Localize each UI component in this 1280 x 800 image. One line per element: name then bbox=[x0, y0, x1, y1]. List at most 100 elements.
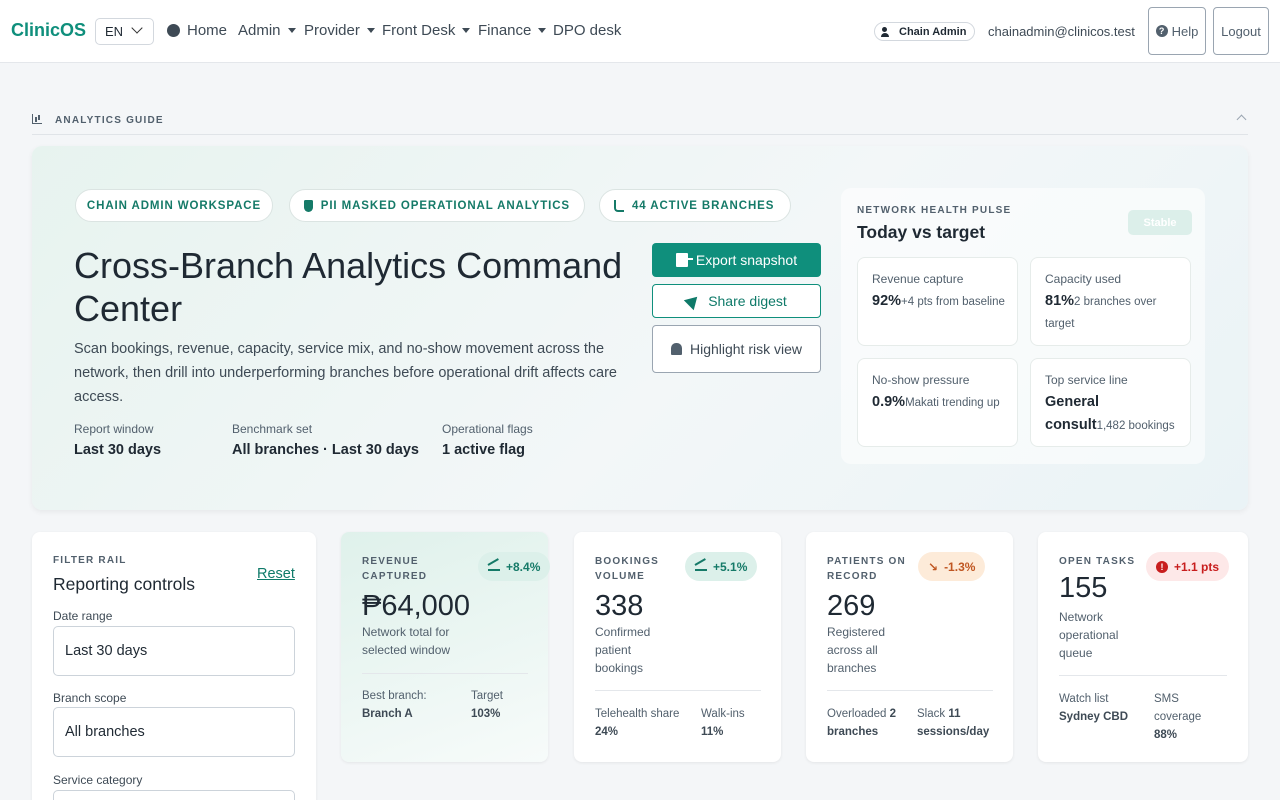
role-label: Chain Admin bbox=[899, 25, 967, 38]
language-value: EN bbox=[105, 24, 124, 39]
bell-icon bbox=[670, 343, 682, 355]
analytics-guide-header[interactable]: ANALYTICS GUIDE bbox=[32, 113, 1248, 135]
pulse-card-label: Capacity used bbox=[1045, 272, 1122, 286]
share-digest-button[interactable]: Share digest bbox=[652, 284, 821, 318]
logout-label: Logout bbox=[1221, 23, 1261, 39]
caret-down-icon bbox=[538, 28, 547, 33]
kpi-foot-target: Target 103% bbox=[471, 690, 503, 720]
pulse-card-value: 92% bbox=[872, 293, 902, 309]
delta-value: +8.4% bbox=[506, 559, 541, 574]
user-email: chainadmin@clinicos.test bbox=[988, 24, 1135, 39]
kpi-foot-slack: Slack 11 sessions/day bbox=[917, 708, 990, 738]
pulse-card-value: 0.9% bbox=[872, 394, 906, 410]
nav-front-desk[interactable]: Front Desk bbox=[382, 22, 471, 39]
guide-label: ANALYTICS GUIDE bbox=[55, 115, 164, 126]
nav-home-label: Home bbox=[187, 22, 228, 39]
delta-value: +5.1% bbox=[713, 559, 748, 574]
kpi-foot-walkins: Walk-ins 11% bbox=[701, 708, 745, 738]
kpi-foot-sms-coverage: SMS coverage 88% bbox=[1154, 693, 1202, 741]
trend-down-icon: ↘ bbox=[928, 559, 939, 574]
meta-label: Report window bbox=[74, 422, 154, 436]
help-button[interactable]: ? Help bbox=[1148, 7, 1206, 55]
risk-label: Highlight risk view bbox=[689, 341, 803, 357]
kpi-foot-watch-list: Watch list Sydney CBD bbox=[1059, 693, 1129, 723]
status-badge: Stable bbox=[1128, 210, 1192, 235]
trend-up-icon bbox=[488, 563, 500, 571]
pulse-title: Today vs target bbox=[857, 222, 986, 242]
delta-value: +1.1 pts bbox=[1174, 559, 1220, 574]
nav-provider[interactable]: Provider bbox=[304, 22, 375, 39]
bar-chart-icon bbox=[32, 114, 42, 124]
nav-home[interactable]: Home bbox=[167, 22, 227, 39]
chevron-up-icon[interactable] bbox=[1236, 114, 1247, 125]
pulse-card-label: Top service line bbox=[1045, 373, 1128, 387]
reset-link[interactable]: Reset bbox=[257, 566, 295, 582]
export-snapshot-button[interactable]: Export snapshot bbox=[652, 243, 821, 277]
nav-front-desk-label: Front Desk bbox=[382, 22, 456, 39]
pulse-card-capacity: Capacity used 81%2 branches over target bbox=[1030, 257, 1191, 346]
meta-benchmark-set: Benchmark set All branches · Last 30 day… bbox=[232, 422, 419, 458]
pulse-card-label: No-show pressure bbox=[872, 373, 970, 387]
meta-value: Last 30 days bbox=[74, 442, 162, 458]
brand-logo[interactable]: ClinicOS bbox=[11, 20, 86, 41]
pill-label: 44 ACTIVE BRANCHES bbox=[632, 199, 775, 212]
pulse-card-detail: Makati trending up bbox=[905, 397, 1000, 409]
pulse-card-detail: +4 pts from baseline bbox=[901, 296, 1005, 308]
kpi-subtitle: Network total for selected window bbox=[362, 625, 451, 657]
meta-report-window: Report window Last 30 days bbox=[74, 422, 161, 458]
divider bbox=[827, 690, 993, 691]
pill-label: CHAIN ADMIN WORKSPACE bbox=[86, 199, 262, 212]
service-category-select[interactable] bbox=[53, 790, 295, 800]
export-label: Export snapshot bbox=[695, 252, 798, 268]
delta-badge: ↘ -1.3% bbox=[918, 552, 986, 581]
nav-dpo-desk-label: DPO desk bbox=[553, 22, 622, 39]
branch-scope-label: Branch scope bbox=[53, 691, 127, 705]
kpi-value: 155 bbox=[1059, 572, 1108, 604]
delta-value: -1.3% bbox=[944, 559, 976, 574]
network-health-pulse: NETWORK HEALTH PULSE Today vs target Sta… bbox=[841, 188, 1205, 464]
delta-badge: ! +1.1 pts bbox=[1146, 552, 1230, 581]
kpi-eyebrow: OPEN TASKS bbox=[1059, 556, 1136, 567]
meta-label: Benchmark set bbox=[232, 422, 313, 436]
kpi-card-revenue: REVENUE CAPTURED +8.4% ₱64,000 Network to… bbox=[341, 532, 551, 762]
nav-dpo-desk[interactable]: DPO desk bbox=[553, 22, 621, 39]
nav-admin[interactable]: Admin bbox=[238, 22, 296, 39]
nav-finance-label: Finance bbox=[478, 22, 532, 39]
workspace-pill: CHAIN ADMIN WORKSPACE bbox=[75, 189, 273, 222]
share-label: Share digest bbox=[708, 293, 787, 309]
top-navbar: ClinicOS EN Home Admin Provider Front De… bbox=[0, 0, 1280, 63]
kpi-eyebrow: PATIENTS ON RECORD bbox=[827, 556, 906, 582]
filter-title: Reporting controls bbox=[53, 574, 196, 594]
caret-down-icon bbox=[462, 28, 471, 33]
delta-badge: +8.4% bbox=[478, 552, 551, 581]
pulse-card-value: General consult bbox=[1045, 394, 1099, 433]
divider bbox=[595, 690, 761, 691]
paper-plane-icon bbox=[683, 291, 703, 311]
pulse-eyebrow: NETWORK HEALTH PULSE bbox=[857, 205, 1012, 216]
kpi-foot-telehealth: Telehealth share 24% bbox=[595, 708, 680, 738]
logout-button[interactable]: Logout bbox=[1213, 7, 1269, 55]
pulse-card-noshow: No-show pressure 0.9%Makati trending up bbox=[857, 358, 1018, 447]
shield-icon bbox=[304, 199, 313, 212]
branch-scope-select[interactable]: All branches bbox=[53, 707, 295, 757]
git-branch-icon bbox=[614, 199, 624, 212]
language-select[interactable]: EN bbox=[95, 18, 154, 45]
hero-panel: CHAIN ADMIN WORKSPACE PII MASKED OPERATI… bbox=[32, 146, 1248, 510]
kpi-card-bookings: BOOKINGS VOLUME +5.1% 338 Confirmed patien… bbox=[574, 532, 781, 762]
pulse-card-revenue: Revenue capture 92%+4 pts from baseline bbox=[857, 257, 1018, 346]
kpi-subtitle: Network operational queue bbox=[1059, 610, 1119, 660]
divider bbox=[362, 673, 528, 674]
nav-finance[interactable]: Finance bbox=[478, 22, 547, 39]
kpi-value: 338 bbox=[595, 590, 644, 622]
pulse-card-detail: 1,482 bookings bbox=[1096, 420, 1175, 432]
service-category-label: Service category bbox=[53, 773, 143, 787]
meta-operational-flags: Operational flags 1 active flag bbox=[442, 422, 533, 458]
date-range-label: Date range bbox=[53, 609, 113, 623]
kpi-subtitle: Confirmed patient bookings bbox=[595, 625, 651, 675]
pulse-card-label: Revenue capture bbox=[872, 272, 964, 286]
date-range-select[interactable]: Last 30 days bbox=[53, 626, 295, 676]
caret-down-icon bbox=[287, 28, 296, 33]
chevron-down-icon bbox=[131, 22, 143, 34]
meta-label: Operational flags bbox=[442, 422, 533, 436]
highlight-risk-button[interactable]: Highlight risk view bbox=[652, 325, 821, 373]
